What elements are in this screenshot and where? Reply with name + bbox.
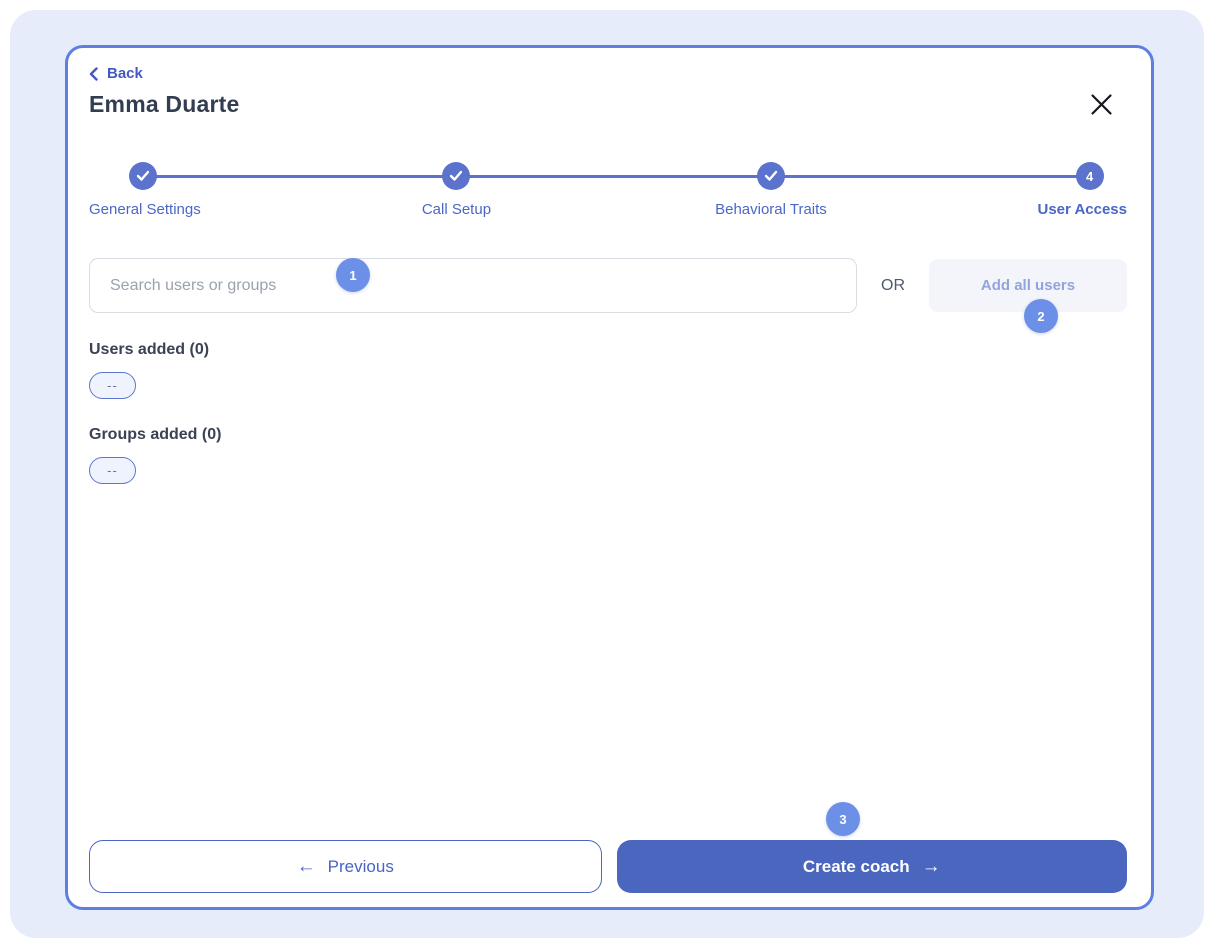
users-added-section: Users added (0) -- [89, 341, 1127, 399]
close-icon [1090, 104, 1113, 119]
or-separator: OR [857, 277, 929, 295]
create-coach-label: Create coach [803, 857, 910, 877]
step-label-call-setup: Call Setup [422, 201, 491, 218]
step-label-behavioral-traits: Behavioral Traits [715, 201, 827, 218]
step-number: 4 [1086, 169, 1093, 184]
step-call-setup-dot [442, 162, 470, 190]
search-row: OR Add all users [89, 258, 1127, 313]
step-label-general-settings: General Settings [89, 201, 201, 218]
footer-actions: ← Previous Create coach → [89, 840, 1127, 893]
stepper-track [143, 175, 1090, 178]
annotation-badge-3: 3 [826, 802, 860, 836]
stepper-labels: General Settings Call Setup Behavioral T… [89, 201, 1127, 221]
chevron-left-icon [89, 67, 98, 81]
stepper: 4 General Settings Call Setup Behavioral… [89, 162, 1127, 221]
step-general-settings-dot [129, 162, 157, 190]
search-input[interactable] [89, 258, 857, 313]
groups-empty-pill: -- [89, 457, 136, 484]
users-empty-pill: -- [89, 372, 136, 399]
create-coach-button[interactable]: Create coach → [617, 840, 1128, 893]
previous-label: Previous [328, 857, 394, 877]
back-link[interactable]: Back [89, 65, 143, 82]
check-icon [764, 170, 778, 182]
groups-added-section: Groups added (0) -- [89, 426, 1127, 484]
groups-added-label: Groups added (0) [89, 426, 1127, 444]
title-row: Emma Duarte [89, 91, 1127, 118]
check-icon [449, 170, 463, 182]
stepper-rail: 4 [89, 162, 1127, 190]
step-label-user-access: User Access [1037, 201, 1127, 218]
create-coach-modal: Back Emma Duarte [65, 45, 1154, 910]
annotation-badge-2: 2 [1024, 299, 1058, 333]
groups-empty-value: -- [107, 463, 118, 478]
arrow-left-icon: ← [297, 857, 316, 876]
previous-button[interactable]: ← Previous [89, 840, 602, 893]
users-empty-value: -- [107, 378, 118, 393]
users-added-label: Users added (0) [89, 341, 1127, 359]
arrow-right-icon: → [922, 857, 941, 876]
check-icon [136, 170, 150, 182]
step-user-access-dot: 4 [1076, 162, 1104, 190]
page-title: Emma Duarte [89, 91, 239, 118]
annotation-badge-1: 1 [336, 258, 370, 292]
step-behavioral-traits-dot [757, 162, 785, 190]
close-button[interactable] [1088, 91, 1115, 118]
back-label: Back [107, 65, 143, 82]
